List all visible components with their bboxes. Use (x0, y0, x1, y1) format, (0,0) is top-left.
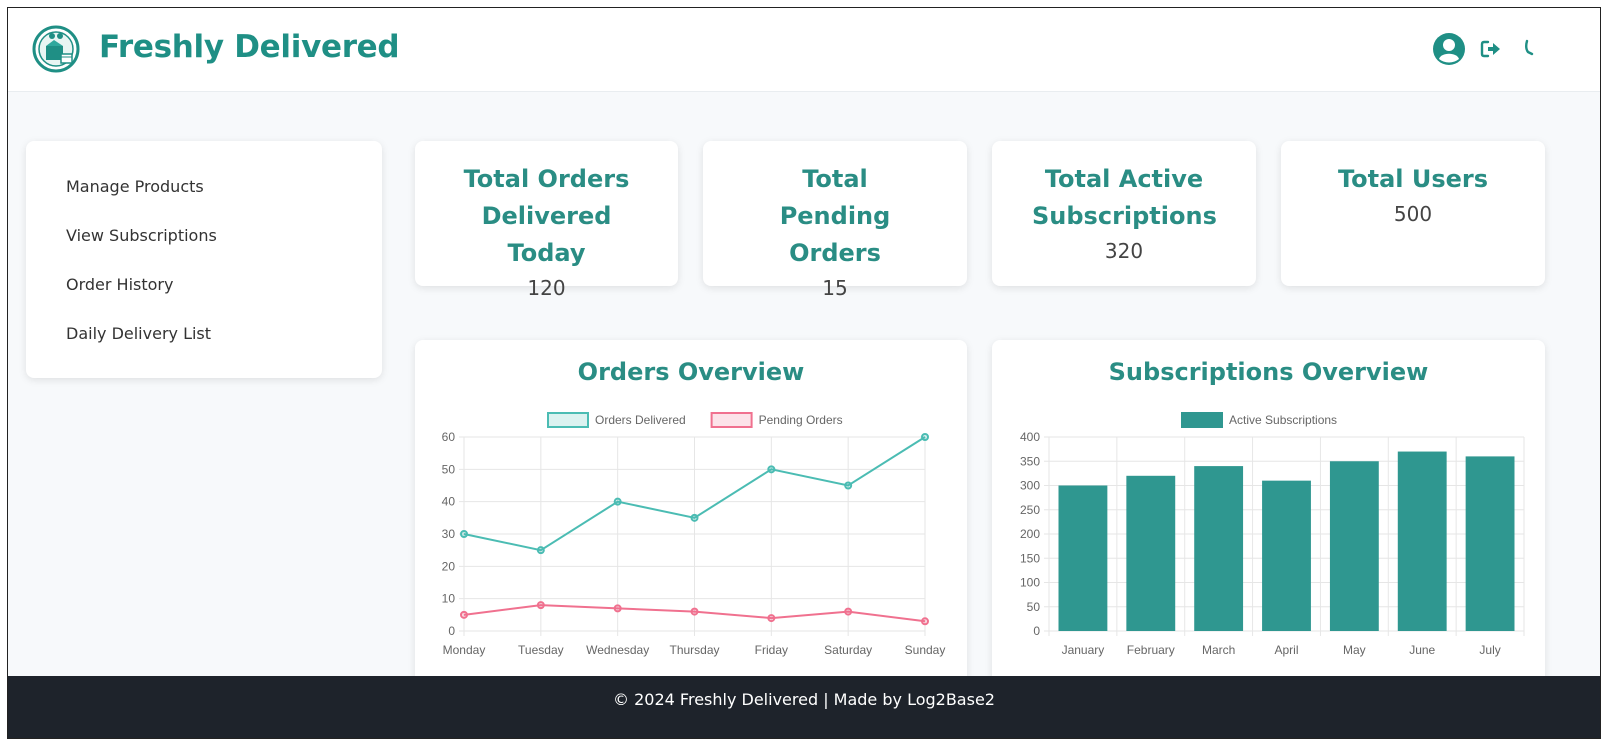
data-point (460, 610, 468, 619)
y-tick-label: 250 (1020, 503, 1040, 517)
x-tick-label: March (1202, 643, 1235, 657)
data-point (921, 617, 929, 626)
x-tick-label: Tuesday (518, 643, 564, 657)
data-point (844, 481, 853, 490)
legend-swatch (710, 412, 753, 428)
bar (1262, 480, 1311, 631)
sidebar-item-daily-delivery-list[interactable]: Daily Delivery List (66, 324, 211, 343)
stat-value: 15 (822, 276, 848, 300)
app-window: Freshly Delivered Manage Products View S… (7, 7, 1601, 739)
data-point (690, 607, 699, 616)
stat-title: Total Active Subscriptions (1032, 165, 1217, 230)
x-tick-label: Thursday (669, 643, 719, 657)
orders-line-chart: Orders Delivered Pending Orders 0 10 20 30 40 5… (442, 412, 946, 657)
y-tick-label: 100 (1020, 576, 1040, 590)
stat-value: 320 (1104, 239, 1144, 263)
legend-label: Pending Orders (759, 413, 843, 427)
y-tick-label: 0 (1033, 624, 1040, 638)
bar (1194, 466, 1244, 631)
stat-card-pending-orders: Total Pending Orders 15 (703, 141, 967, 300)
subscriptions-overview-card: Subscriptions Overview Active Subscripti… (992, 340, 1545, 685)
sidebar-item-manage-products[interactable]: Manage Products (66, 177, 204, 196)
y-tick-label: 10 (442, 592, 456, 606)
data-point (921, 433, 929, 441)
data-point (690, 513, 699, 522)
x-tick-label: Friday (755, 643, 788, 657)
bar (1397, 451, 1447, 631)
y-tick-label: 300 (1020, 479, 1040, 493)
stat-title: Total Pending Orders (779, 165, 891, 267)
orders-overview-card: Orders Overview Orders Delivered Pending … (415, 340, 967, 685)
stat-value: 120 (527, 276, 566, 300)
stat-value: 500 (1393, 202, 1433, 226)
footer: © 2024 Freshly Delivered | Made by Log2B… (8, 676, 1600, 738)
data-point (767, 614, 776, 623)
subscriptions-bar-chart: Active Subscriptions 0 50 100 150 200 250 300 35… (1020, 412, 1525, 657)
bar (1329, 461, 1379, 631)
y-tick-label: 40 (442, 495, 456, 509)
logout-icon[interactable] (1480, 39, 1502, 59)
stat-card-active-subscriptions: Total Active Subscriptions 320 (992, 141, 1256, 286)
data-point (536, 601, 545, 610)
x-tick-label: Monday (443, 643, 486, 657)
y-tick-label: 50 (1027, 600, 1041, 614)
x-tick-label: January (1062, 643, 1105, 657)
y-tick-label: 50 (442, 462, 456, 476)
brand-title[interactable]: Freshly Delivered (99, 29, 400, 65)
y-tick-label: 60 (442, 430, 456, 444)
bar (1126, 475, 1176, 631)
legend-label: Active Subscriptions (1229, 413, 1337, 427)
data-point (460, 530, 468, 538)
bar (1058, 485, 1108, 631)
data-point (844, 607, 853, 616)
sidebar-item-order-history[interactable]: Order History (66, 275, 173, 294)
data-point (613, 604, 622, 613)
x-tick-label: April (1274, 643, 1298, 657)
x-tick-label: July (1479, 643, 1500, 657)
legend-swatch (1181, 412, 1223, 428)
x-tick-label: February (1127, 643, 1175, 657)
footer-text: © 2024 Freshly Delivered | Made by Log2B… (613, 690, 995, 709)
stat-card-orders-delivered: Total Orders Delivered Today 120 (415, 141, 678, 300)
sidebar-item-view-subscriptions[interactable]: View Subscriptions (66, 226, 217, 245)
data-point (613, 497, 622, 506)
stat-title: Total Users (1337, 165, 1489, 193)
stat-title: Total Orders Delivered Today (463, 165, 630, 267)
bar (1465, 456, 1515, 631)
y-tick-label: 200 (1020, 527, 1040, 541)
y-tick-label: 400 (1020, 430, 1040, 444)
y-tick-label: 20 (442, 559, 456, 573)
y-tick-label: 350 (1020, 454, 1040, 468)
y-tick-label: 30 (442, 527, 456, 541)
top-navbar: Freshly Delivered (8, 8, 1600, 92)
x-tick-label: Sunday (905, 643, 946, 657)
menu-toggle-icon[interactable] (1522, 38, 1536, 60)
y-tick-label: 0 (448, 624, 455, 638)
delivery-box-logo-icon[interactable] (31, 24, 81, 74)
x-tick-label: Saturday (824, 643, 872, 657)
legend-label: Orders Delivered (595, 413, 686, 427)
y-tick-label: 150 (1020, 551, 1040, 565)
sidebar-menu: Manage Products View Subscriptions Order… (26, 141, 382, 378)
legend-swatch (547, 412, 589, 428)
x-tick-label: Wednesday (586, 643, 649, 657)
data-point (767, 465, 776, 474)
stat-card-total-users: Total Users 500 (1281, 141, 1545, 286)
user-avatar-icon[interactable] (1432, 32, 1466, 66)
x-tick-label: June (1409, 643, 1435, 657)
x-tick-label: May (1343, 643, 1366, 657)
data-point (536, 546, 545, 555)
